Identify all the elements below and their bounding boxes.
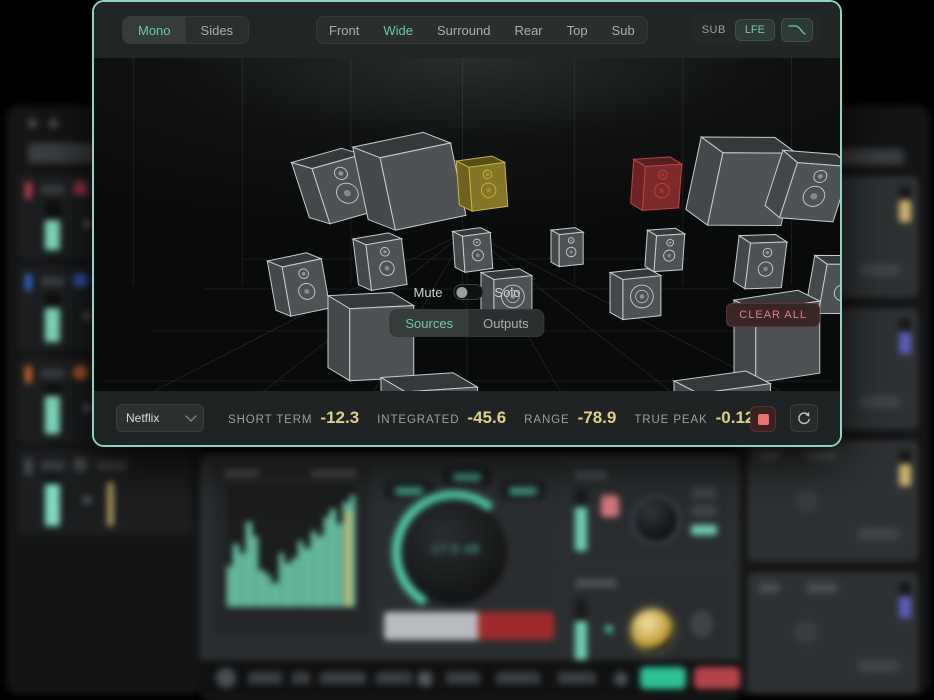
window-traffic-lights [28, 119, 58, 128]
meter-label: SHORT TERM [228, 414, 313, 426]
layer-segmented-control[interactable]: Front Wide Surround Rear Top Sub [316, 16, 648, 44]
chevron-down-icon [185, 410, 197, 422]
speaker-object-s19[interactable] [672, 362, 773, 391]
reset-rotate-icon [798, 411, 810, 425]
speaker-geometry [608, 268, 663, 321]
analyzer-bar [265, 575, 272, 607]
panel-body: Mono Sides Front Wide Surround Rear Top … [94, 2, 840, 445]
view-option-sources[interactable]: Sources [390, 310, 469, 336]
solo-label: Solo [494, 284, 521, 300]
spatial-audio-plugin-panel: Mono Sides Front Wide Surround Rear Top … [92, 0, 842, 447]
background-channel-strip [20, 451, 190, 533]
speaker-geometry [549, 227, 585, 268]
speaker-geometry [379, 372, 480, 391]
speaker-object-s10[interactable] [549, 223, 585, 274]
preset-value: Netflix [126, 411, 160, 425]
mode-segmented-control[interactable]: Mono Sides [122, 16, 250, 44]
sub-label: SUB [701, 24, 726, 36]
analyzer-bar [336, 524, 343, 607]
speaker-geometry [454, 155, 509, 213]
layer-option-surround[interactable]: Surround [425, 17, 502, 43]
mute-solo-toggle[interactable] [453, 284, 484, 300]
record-stop-button[interactable] [750, 406, 776, 432]
background-spectrum-analyzer [212, 462, 372, 637]
mute-label: Mute [413, 284, 443, 300]
toggle-knob [456, 287, 468, 298]
background-main-knob: -17.9 dB [392, 490, 516, 614]
analyzer-bar [227, 565, 233, 607]
lowpass-curve-icon [788, 25, 806, 35]
analyzer-bar [323, 516, 330, 607]
meter-value: -45.6 [467, 408, 507, 427]
layer-option-wide[interactable]: Wide [371, 17, 425, 43]
analyzer-bar [330, 509, 336, 607]
background-transport-bar [200, 660, 740, 698]
speaker-object-s4[interactable] [628, 150, 685, 219]
reset-button[interactable] [790, 404, 818, 432]
analyzer-bar [304, 548, 310, 607]
meter-short-term: SHORT TERM -12.3 [228, 408, 359, 428]
mute-solo-row: Mute Solo [413, 284, 521, 300]
meter-value: -78.9 [577, 408, 617, 427]
speaker-geometry [265, 252, 331, 317]
clear-all-button[interactable]: CLEAR ALL [726, 303, 820, 327]
center-controls: Mute Solo Sources Outputs [389, 284, 545, 337]
background-module [748, 441, 918, 561]
speaker-object-s3[interactable] [454, 150, 511, 219]
preset-dropdown[interactable]: Netflix [116, 404, 204, 432]
analyzer-bar [297, 541, 304, 607]
mode-option-mono[interactable]: Mono [123, 17, 186, 43]
speaker-geometry [630, 156, 684, 212]
meter-value: -12.3 [320, 408, 360, 427]
speaker-stage-3d[interactable]: CLEAR ALL Mute Solo Sources Outputs [94, 58, 840, 391]
meter-label: TRUE PEAK [634, 414, 708, 426]
speaker-geometry [351, 131, 467, 231]
screen-root: -17.9 dB Mono Sides Front Wide Surround … [0, 0, 934, 700]
meter-label: INTEGRATED [377, 414, 460, 426]
mode-option-sides[interactable]: Sides [186, 17, 249, 43]
panel-bottom-bar: Netflix SHORT TERM -12.3 INTEGRATED -45.… [94, 391, 840, 445]
analyzer-bar [310, 531, 317, 607]
sub-lfe-group: SUB LFE [691, 14, 820, 46]
loudness-meters: SHORT TERM -12.3 INTEGRATED -45.6 RANGE … [228, 408, 764, 428]
layer-option-rear[interactable]: Rear [502, 17, 554, 43]
meter-integrated: INTEGRATED -45.6 [377, 408, 506, 428]
speaker-object-s15[interactable] [608, 263, 663, 327]
lfe-button[interactable]: LFE [734, 19, 775, 41]
panel-toolbar: Mono Sides Front Wide Surround Rear Top … [94, 2, 840, 58]
speaker-geometry [672, 370, 773, 391]
layer-option-sub[interactable]: Sub [600, 17, 647, 43]
analyzer-bar [317, 536, 323, 607]
analyzer-bar [239, 553, 246, 607]
analyzer-bar [291, 558, 297, 607]
lowpass-curve-button[interactable] [781, 18, 813, 42]
analyzer-bar [285, 563, 291, 607]
analyzer-bar [272, 582, 278, 607]
analyzer-bar [278, 553, 285, 607]
layer-option-top[interactable]: Top [555, 17, 600, 43]
speaker-object-s18[interactable] [379, 362, 480, 391]
analyzer-bar [246, 521, 252, 607]
analyzer-bar [252, 536, 259, 607]
meter-value: -0.12 [715, 408, 755, 427]
meter-range: RANGE -78.9 [524, 408, 616, 428]
analyzer-bar [233, 543, 239, 607]
background-module [748, 573, 918, 693]
view-option-outputs[interactable]: Outputs [468, 310, 544, 336]
meter-true-peak: TRUE PEAK -0.12 [634, 408, 754, 428]
stop-record-icon [757, 413, 769, 425]
layer-option-front[interactable]: Front [317, 17, 371, 43]
meter-label: RANGE [524, 414, 570, 426]
view-segmented-control[interactable]: Sources Outputs [389, 309, 545, 337]
analyzer-bar [259, 570, 265, 607]
